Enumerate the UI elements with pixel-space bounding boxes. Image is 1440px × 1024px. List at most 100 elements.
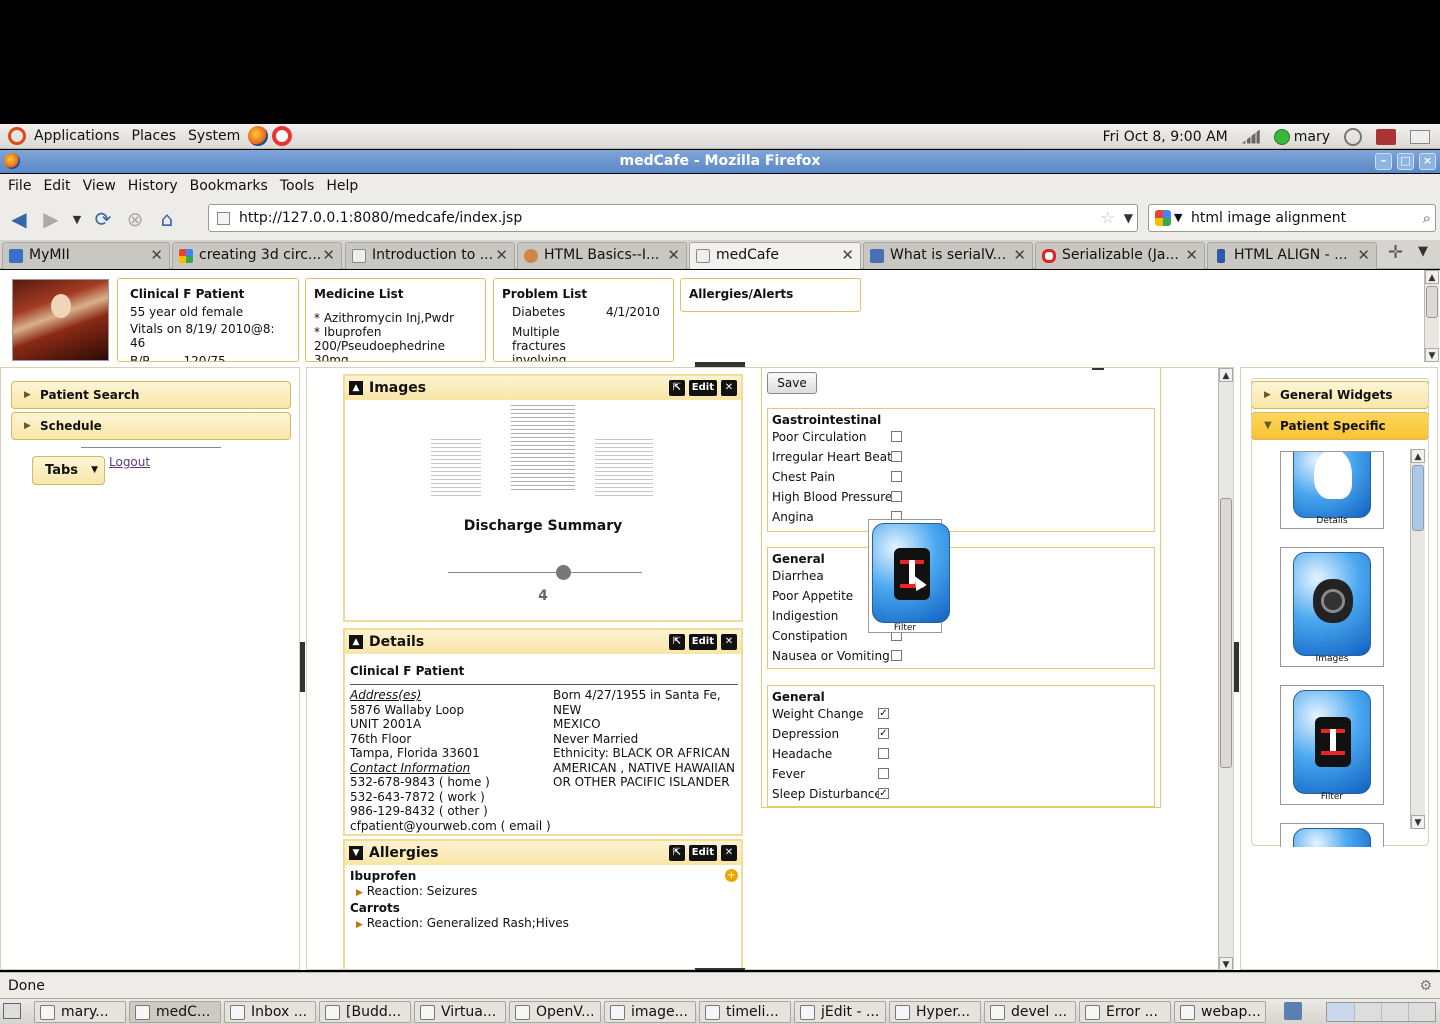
menu-tools[interactable]: Tools xyxy=(280,178,315,194)
power-icon[interactable] xyxy=(1344,127,1362,146)
taskbar-button[interactable]: medC... xyxy=(129,1001,221,1023)
schedule-header[interactable]: ▶ Schedule xyxy=(11,412,291,440)
close-tab-icon[interactable]: ✕ xyxy=(1185,243,1198,268)
bottom-resize-handle[interactable] xyxy=(695,968,745,970)
menu-help[interactable]: Help xyxy=(326,178,358,194)
status-gear-icon[interactable]: ⚙ xyxy=(1419,973,1432,999)
url-bar[interactable]: http://127.0.0.1:8080/medcafe/index.jsp … xyxy=(208,204,1138,232)
reload-icon[interactable]: ⟳ xyxy=(90,206,116,232)
scroll-thumb[interactable] xyxy=(1412,465,1424,531)
collapse-up-icon[interactable]: ▲ xyxy=(349,381,363,395)
help-launcher-icon[interactable] xyxy=(272,126,293,146)
list-tabs-icon[interactable]: ▼ xyxy=(1418,244,1428,259)
trash-icon[interactable] xyxy=(1284,1002,1302,1020)
taskbar-button[interactable]: [Budd... xyxy=(319,1001,411,1023)
home-icon[interactable]: ⌂ xyxy=(154,206,180,232)
expand-arrow-icon[interactable]: ▶ xyxy=(356,920,363,930)
symptom-checkbox[interactable]: ✓ xyxy=(878,708,889,719)
widget-list-scrollbar[interactable]: ▲ ▼ xyxy=(1410,449,1425,829)
close-tab-icon[interactable]: ✕ xyxy=(495,243,508,268)
ubuntu-logo-icon[interactable] xyxy=(8,127,26,145)
popout-icon[interactable]: ⇱ xyxy=(668,845,685,861)
slider-track[interactable] xyxy=(448,572,642,573)
right-resize-handle[interactable] xyxy=(1234,642,1239,692)
details-widget-tile[interactable]: Details xyxy=(1280,451,1384,529)
taskbar-button[interactable]: timeli... xyxy=(699,1001,791,1023)
url-dropdown-icon[interactable]: ▼ xyxy=(1124,205,1133,231)
expand-arrow-icon[interactable]: ▶ xyxy=(356,888,363,898)
site-identity-icon[interactable] xyxy=(217,212,230,225)
search-bar[interactable]: ▼ html image alignment ⌕ xyxy=(1148,204,1436,232)
user-status[interactable]: mary xyxy=(1273,128,1330,145)
taskbar-button[interactable]: webap... xyxy=(1174,1001,1266,1023)
close-icon[interactable]: ✕ xyxy=(721,380,737,396)
taskbar-button[interactable]: Inbox ... xyxy=(224,1001,316,1023)
symptom-checkbox[interactable] xyxy=(878,768,889,779)
close-tab-icon[interactable]: ✕ xyxy=(841,243,854,268)
collapse-up-icon[interactable]: ▲ xyxy=(349,635,363,649)
clock[interactable]: Fri Oct 8, 9:00 AM xyxy=(1103,129,1228,145)
minimize-icon[interactable]: – xyxy=(1375,153,1392,170)
scroll-up-icon[interactable]: ▲ xyxy=(1219,368,1233,382)
menu-edit[interactable]: Edit xyxy=(43,178,70,194)
main-scrollbar[interactable]: ▲ ▼ xyxy=(1218,368,1233,969)
menu-history[interactable]: History xyxy=(128,178,178,194)
tab-serialv[interactable]: What is serialV... ✕ xyxy=(863,242,1033,269)
document-thumbnail[interactable] xyxy=(431,436,481,496)
images-edit-button[interactable]: Edit xyxy=(688,380,717,396)
taskbar-button[interactable]: Error ... xyxy=(1079,1001,1171,1023)
system-menu[interactable]: System xyxy=(188,128,240,144)
close-tab-icon[interactable]: ✕ xyxy=(150,243,163,268)
header-scrollbar[interactable]: ▲ ▼ xyxy=(1424,270,1439,362)
symptom-checkbox[interactable] xyxy=(878,748,889,759)
images-widget-tile[interactable]: Images xyxy=(1280,547,1384,667)
tab-introduction[interactable]: Introduction to ... ✕ xyxy=(345,242,515,269)
taskbar-button[interactable]: mary... xyxy=(34,1001,126,1023)
popout-icon[interactable]: ⇱ xyxy=(668,380,685,396)
document-thumbnail[interactable] xyxy=(595,436,653,496)
tabs-dropdown-button[interactable]: Tabs ▼ xyxy=(32,456,105,485)
close-tab-icon[interactable]: ✕ xyxy=(322,243,335,268)
symptom-checkbox[interactable] xyxy=(891,491,902,502)
tab-creating-3d[interactable]: creating 3d circ... ✕ xyxy=(172,242,342,269)
allergy-reaction-row[interactable]: ▶ Reaction: Generalized Rash;Hives xyxy=(350,916,569,933)
applications-menu[interactable]: Applications xyxy=(34,128,120,144)
tab-medcafe[interactable]: medCafe ✕ xyxy=(689,242,861,269)
scroll-down-icon[interactable]: ▼ xyxy=(1411,815,1425,829)
close-window-icon[interactable]: × xyxy=(1419,153,1436,170)
tab-html-basics[interactable]: HTML Basics--I... ✕ xyxy=(517,242,687,269)
symptom-checkbox[interactable]: ✓ xyxy=(878,728,889,739)
details-edit-button[interactable]: Edit xyxy=(688,634,717,650)
symptom-checkbox[interactable]: ✓ xyxy=(878,788,889,799)
tab-serializable[interactable]: Serializable (Ja... ✕ xyxy=(1035,242,1205,269)
taskbar-button[interactable]: jEdit - ... xyxy=(794,1001,886,1023)
widget-tile-partial[interactable] xyxy=(1280,823,1384,847)
forward-icon[interactable]: ▶ xyxy=(38,206,64,232)
engine-dropdown-icon[interactable]: ▼ xyxy=(1174,205,1182,231)
back-icon[interactable]: ◀ xyxy=(6,206,32,232)
mail-icon[interactable] xyxy=(1410,129,1430,144)
scroll-up-icon[interactable]: ▲ xyxy=(1411,449,1425,463)
close-tab-icon[interactable]: ✕ xyxy=(1357,243,1370,268)
taskbar-button[interactable]: image... xyxy=(604,1001,696,1023)
popout-icon[interactable]: ⇱ xyxy=(668,634,685,650)
history-dropdown-icon[interactable]: ▼ xyxy=(70,206,84,232)
menu-file[interactable]: File xyxy=(8,178,31,194)
stop-icon[interactable]: ⊗ xyxy=(122,206,148,232)
slider-handle[interactable] xyxy=(556,565,571,580)
menu-view[interactable]: View xyxy=(83,178,116,194)
new-tab-icon[interactable]: ✛ xyxy=(1388,242,1403,263)
tab-mymii[interactable]: MyMII ✕ xyxy=(2,242,170,269)
search-icon[interactable]: ⌕ xyxy=(1423,205,1431,231)
taskbar-button[interactable]: Virtua... xyxy=(414,1001,506,1023)
allergies-edit-button[interactable]: Edit xyxy=(688,845,717,861)
dragging-filter-tile[interactable]: Filter xyxy=(868,519,952,633)
add-allergy-icon[interactable]: + xyxy=(725,869,738,882)
menu-bookmarks[interactable]: Bookmarks xyxy=(190,178,268,194)
symptom-checkbox[interactable] xyxy=(891,650,902,661)
patient-search-header[interactable]: ▶ Patient Search xyxy=(11,381,291,409)
left-resize-handle[interactable] xyxy=(300,642,305,692)
network-manager-icon[interactable] xyxy=(1376,128,1396,145)
taskbar-button[interactable]: OpenV... xyxy=(509,1001,601,1023)
symptom-checkbox[interactable] xyxy=(891,471,902,482)
